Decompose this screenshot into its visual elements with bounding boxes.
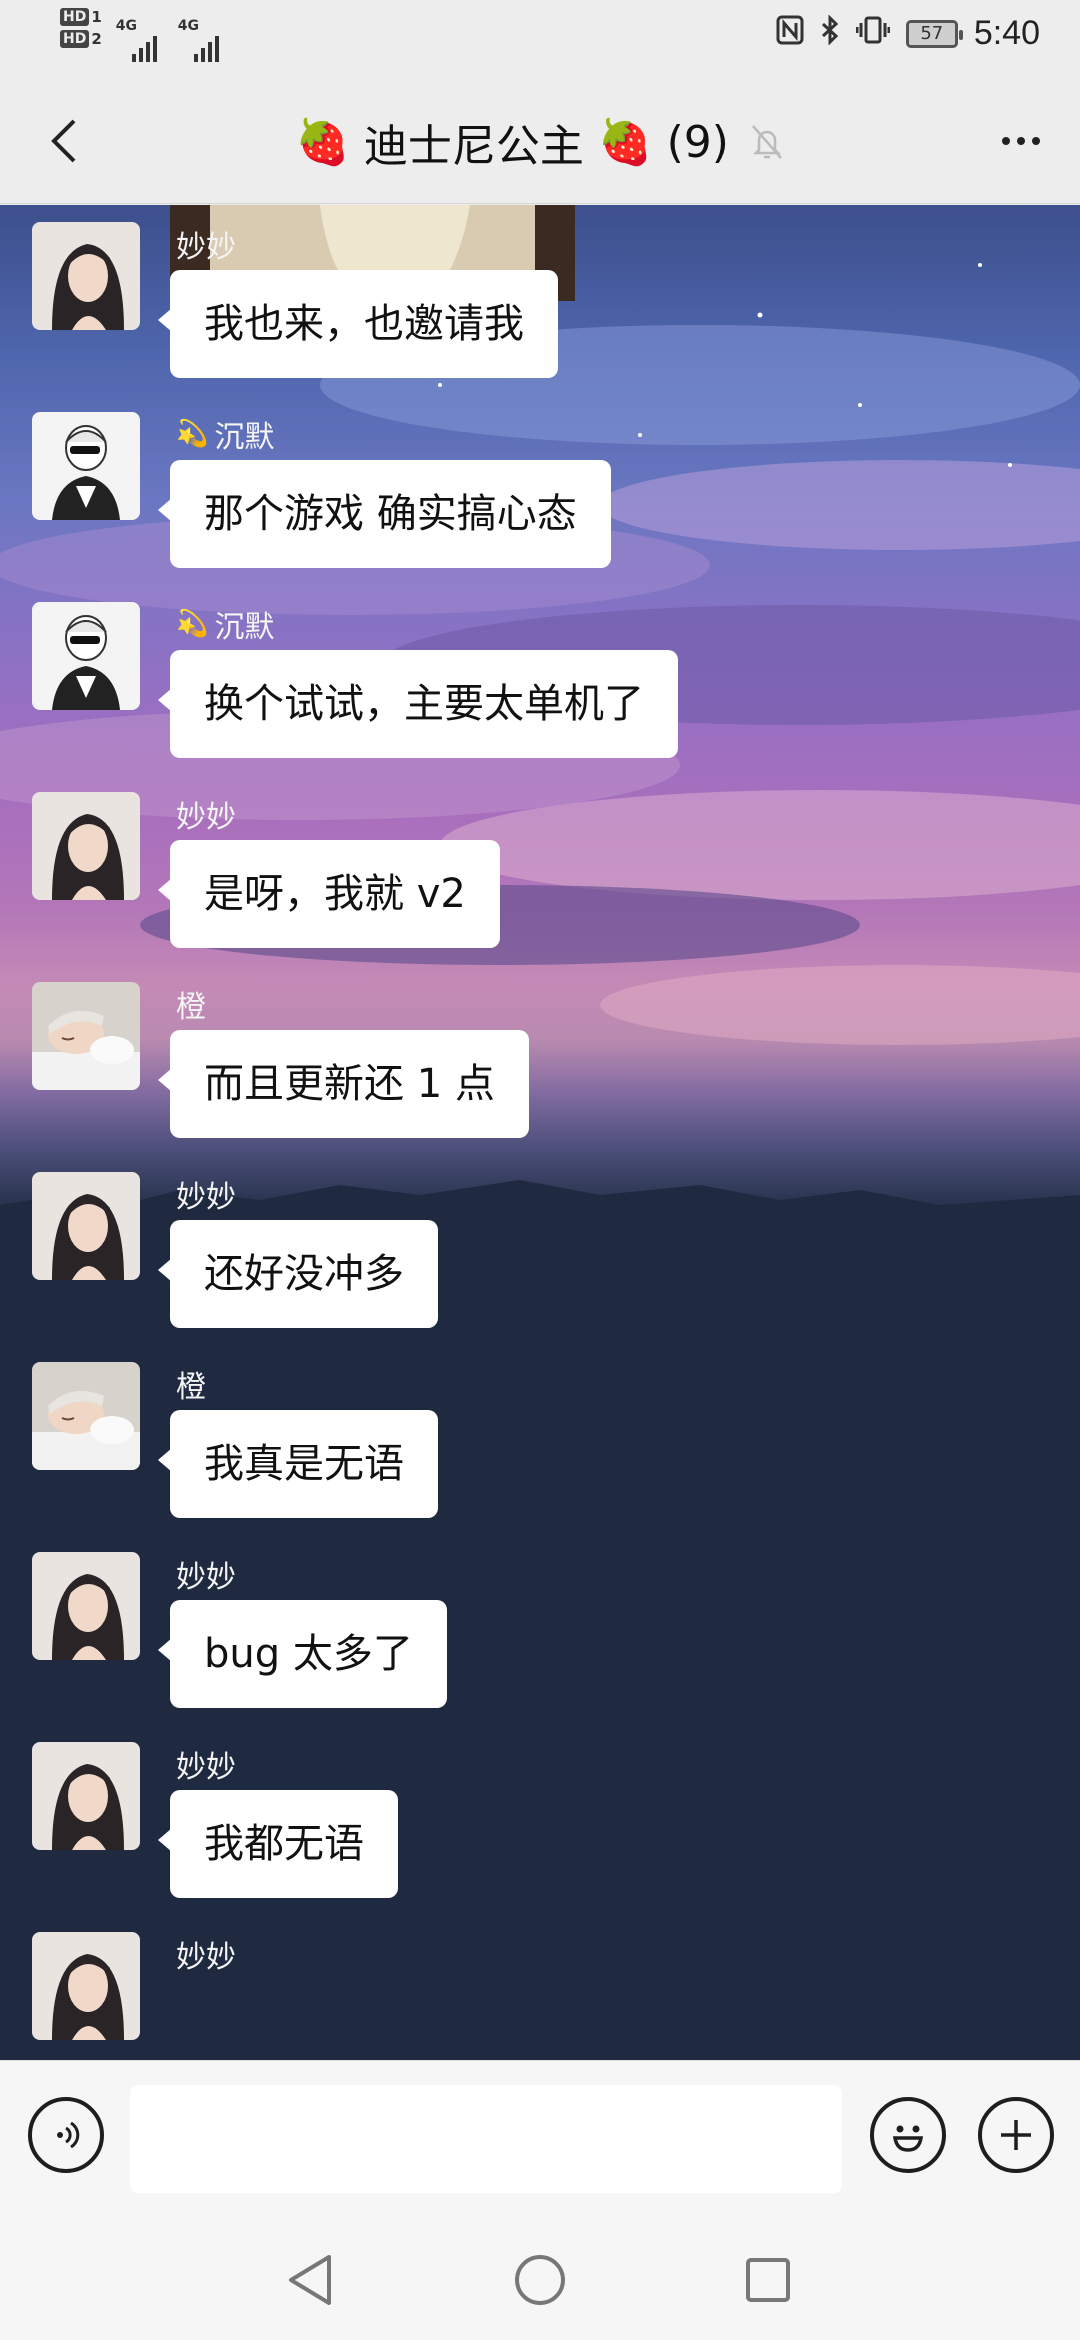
avatar[interactable] <box>32 982 140 1090</box>
message-bubble[interactable]: 还好没冲多 <box>158 1220 438 1328</box>
dot-icon <box>1017 137 1025 145</box>
sender-name: 妙妙 <box>176 222 236 266</box>
input-bar <box>0 2060 1080 2220</box>
nfc-icon <box>776 15 804 53</box>
status-right: 57 5:40 <box>776 13 1040 53</box>
voice-icon <box>57 2121 80 2149</box>
message-bubble[interactable]: 我也来，也邀请我 <box>158 270 558 378</box>
hd2-icon: HD 2 <box>60 30 102 48</box>
voice-input-button[interactable] <box>28 2097 104 2173</box>
bluetooth-icon <box>820 13 840 53</box>
avatar[interactable] <box>32 1362 140 1470</box>
sender-name: 妙妙 <box>176 792 236 836</box>
avatar[interactable] <box>32 222 140 330</box>
sender-badge: 💫 <box>176 419 209 449</box>
group-name: 迪士尼公主 <box>363 121 584 172</box>
message-bubble[interactable]: 我都无语 <box>158 1790 398 1898</box>
chat-header: 🍓 迪士尼公主 🍓 (9) <box>0 78 1080 204</box>
sender-name: 橙 <box>176 982 206 1026</box>
message-bubble[interactable]: 而且更新还 1 点 <box>158 1030 529 1138</box>
system-nav-bar <box>0 2220 1080 2340</box>
sender-name: 💫 沉默 <box>176 412 274 456</box>
sender-name: 妙妙 <box>176 1932 236 1976</box>
sender-label: 妙妙 <box>176 1560 236 1595</box>
more-functions-button[interactable] <box>978 2097 1054 2173</box>
vibrate-icon <box>855 15 891 53</box>
sender-name: 橙 <box>176 1362 206 1406</box>
plus-icon <box>1001 2120 1031 2150</box>
nav-back-button[interactable] <box>272 2242 348 2318</box>
message-input[interactable] <box>130 2085 842 2193</box>
sender-label: 橙 <box>176 1370 206 1405</box>
chat-message-list[interactable]: 妙妙 我也来，也邀请我 💫 沉默 那个游戏 确实搞心态 💫 沉默 换个试试，主要太单机了 妙妙是… <box>0 205 1080 2060</box>
sender-label: 沉默 <box>214 420 275 455</box>
mute-bell-icon <box>749 122 785 162</box>
sender-badge: 💫 <box>176 609 209 639</box>
dot-icon <box>1002 137 1010 145</box>
avatar[interactable] <box>32 1552 140 1660</box>
triangle-back-icon <box>289 2255 331 2305</box>
avatar[interactable] <box>32 602 140 710</box>
strawberry-emoji-right: 🍓 <box>597 117 653 168</box>
message-bubble[interactable]: 换个试试，主要太单机了 <box>158 650 678 758</box>
smiley-icon <box>892 2125 924 2152</box>
sender-label: 妙妙 <box>176 230 236 265</box>
square-recents-icon <box>746 2258 790 2302</box>
more-options-button[interactable] <box>988 108 1054 174</box>
chat-title: 🍓 迪士尼公主 🍓 (9) <box>0 110 1080 174</box>
hd-indicators: HD 1 HD 2 <box>60 8 102 48</box>
emoji-button[interactable] <box>870 2097 946 2173</box>
message-bubble[interactable]: 那个游戏 确实搞心态 <box>158 460 611 568</box>
dot-icon <box>1032 137 1040 145</box>
sender-label: 妙妙 <box>176 1940 236 1975</box>
sender-name: 妙妙 <box>176 1742 236 1786</box>
sender-label: 妙妙 <box>176 1750 236 1785</box>
sender-label: 妙妙 <box>176 1180 236 1215</box>
avatar[interactable] <box>32 792 140 900</box>
strawberry-emoji-left: 🍓 <box>295 117 350 168</box>
sender-label: 橙 <box>176 990 206 1025</box>
hd1-icon: HD 1 <box>60 8 102 26</box>
battery-icon: 57 <box>905 19 963 48</box>
sender-label: 妙妙 <box>176 800 236 835</box>
message-bubble[interactable]: bug 太多了 <box>158 1600 447 1708</box>
avatar[interactable] <box>32 412 140 520</box>
signal-2-icon: 4G <box>178 18 226 62</box>
nav-recents-button[interactable] <box>730 2242 806 2318</box>
message-bubble[interactable]: 我真是无语 <box>158 1410 438 1518</box>
message-bubble[interactable]: 是呀，我就 v2 <box>158 840 500 948</box>
status-time: 5:40 <box>973 14 1040 52</box>
sender-name: 妙妙 <box>176 1552 236 1596</box>
status-left: HD 1 HD 2 4G 4G <box>60 8 226 62</box>
member-count: (9) <box>666 116 729 168</box>
sender-name: 妙妙 <box>176 1172 236 1216</box>
circle-home-icon <box>515 2255 565 2305</box>
nav-home-button[interactable] <box>502 2242 578 2318</box>
avatar[interactable] <box>32 1932 140 2040</box>
sender-name: 💫 沉默 <box>176 602 274 646</box>
sender-label: 沉默 <box>214 610 275 645</box>
signal-1-icon: 4G <box>116 18 164 62</box>
avatar[interactable] <box>32 1172 140 1280</box>
status-bar: HD 1 HD 2 4G 4G 57 5:40 <box>0 0 1080 78</box>
avatar[interactable] <box>32 1742 140 1850</box>
